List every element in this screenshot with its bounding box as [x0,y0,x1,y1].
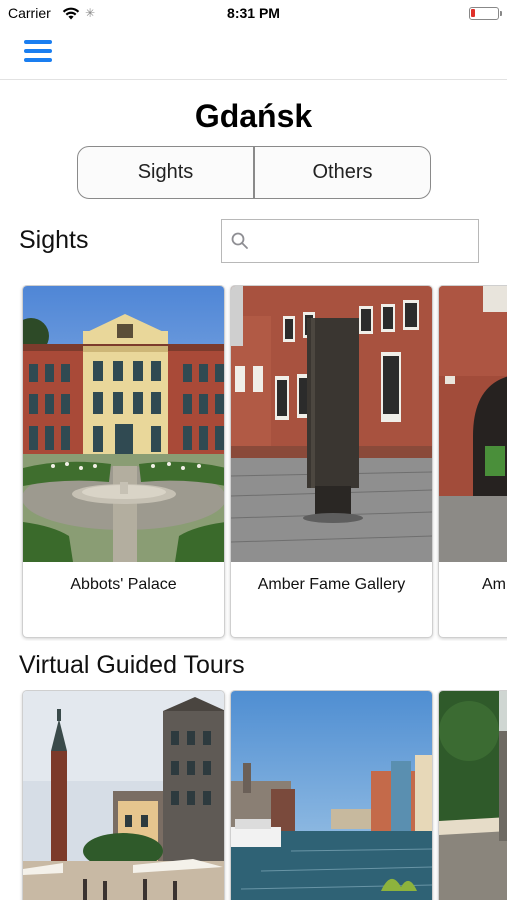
tours-section-title: Virtual Guided Tours [19,651,245,679]
sight-image [439,286,507,562]
sight-card-label: Amber Fame Gallery [257,576,406,593]
search-input[interactable] [254,228,469,254]
sight-image [231,286,432,562]
tour-image [439,691,507,900]
tour-card[interactable] [22,690,225,900]
search-icon [231,232,248,249]
hamburger-menu-icon[interactable] [24,40,54,66]
page-title: Gdańsk [194,98,313,134]
segmented-control: Sights Others [77,146,431,199]
tours-carousel[interactable] [0,690,507,900]
tour-card[interactable] [230,690,433,900]
segment-sights[interactable]: Sights [78,147,253,198]
sight-card-abbots-palace[interactable]: Abbots' Palace [22,285,225,638]
sight-card-label: Abbots' Palace [70,576,177,593]
battery-level [471,9,475,17]
tour-image [23,691,224,900]
sight-card-partial[interactable]: Aml [438,285,507,638]
tour-card-partial[interactable] [438,690,507,900]
sight-image [23,286,224,562]
navigation-bar [0,28,507,80]
segment-others[interactable]: Others [253,147,430,198]
status-time: 8:31 PM [227,5,280,21]
sights-carousel[interactable]: Abbots' Palace Amber Fame Gallery Aml [0,285,507,641]
search-field[interactable] [221,219,479,263]
sights-section-title: Sights [19,226,89,254]
status-bar: Carrier ✳ 8:31 PM [0,0,507,28]
sight-card-label: Aml [482,576,507,593]
battery-icon [469,7,502,20]
tour-image [231,691,432,900]
sight-card-amber-fame-gallery[interactable]: Amber Fame Gallery [230,285,433,638]
